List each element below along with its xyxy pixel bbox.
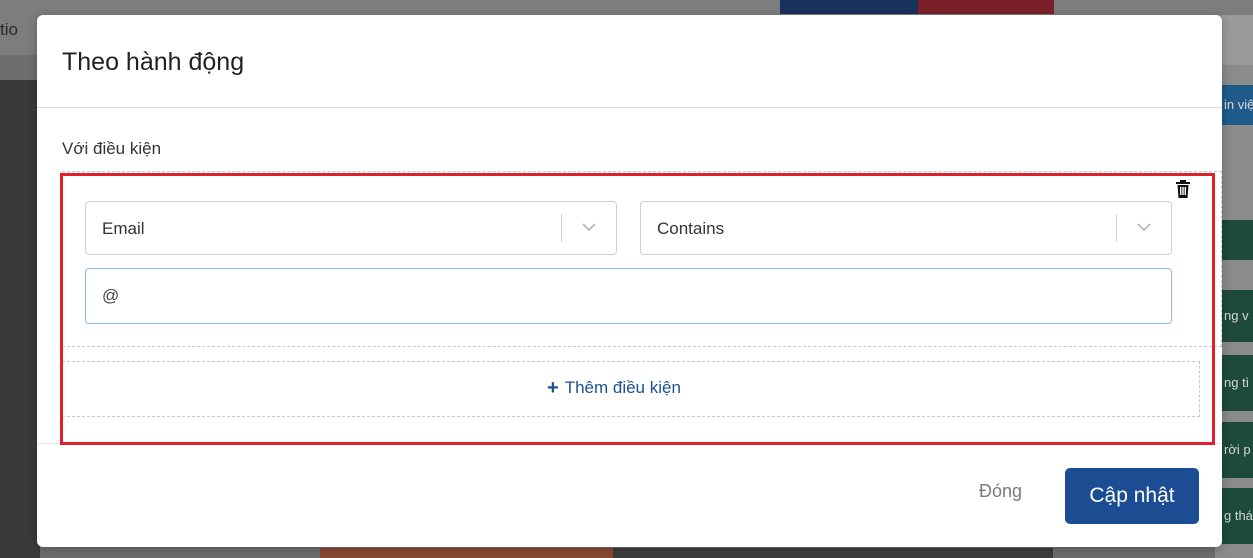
update-button[interactable]: Cập nhật — [1065, 468, 1199, 524]
trash-icon[interactable] — [1175, 180, 1191, 198]
modal-header: Theo hành động — [37, 15, 1222, 108]
select-separator — [1116, 214, 1117, 242]
plus-icon: + — [547, 377, 559, 399]
add-condition-label: Thêm điều kiện — [564, 378, 681, 397]
background-tile: in việ — [1222, 85, 1253, 125]
background-tile-empty — [1222, 220, 1253, 260]
modal-title: Theo hành động — [62, 48, 245, 76]
chevron-down-icon[interactable] — [580, 220, 598, 234]
action-filter-modal: Theo hành động Với điều kiện Email Conta… — [37, 15, 1222, 547]
condition-section-label: Với điều kiện — [62, 139, 162, 158]
select-separator — [561, 214, 562, 242]
background-red-bar — [918, 0, 1054, 14]
operator-select-value: Contains — [657, 219, 725, 238]
background-left-panel — [0, 80, 40, 558]
field-select-value: Email — [102, 219, 145, 238]
background-tile: rời p — [1222, 422, 1253, 478]
field-select[interactable]: Email — [85, 201, 617, 255]
modal-footer-divider — [37, 443, 1222, 444]
background-tile: g thá — [1222, 488, 1253, 544]
close-button[interactable]: Đóng — [979, 481, 1022, 502]
background-tile: ng v — [1222, 290, 1253, 342]
background-tab-text: tio — [0, 20, 18, 39]
background-right-topbar — [1222, 15, 1253, 65]
chevron-down-icon[interactable] — [1135, 220, 1153, 234]
operator-select[interactable]: Contains — [640, 201, 1172, 255]
background-bottom-block — [320, 548, 613, 558]
background-bottom-bar — [613, 548, 1053, 558]
add-condition-button[interactable]: + Thêm điều kiện — [547, 378, 681, 398]
condition-value-input[interactable] — [85, 268, 1172, 324]
background-tile: ng tì — [1222, 355, 1253, 411]
background-blue-bar — [780, 0, 918, 14]
